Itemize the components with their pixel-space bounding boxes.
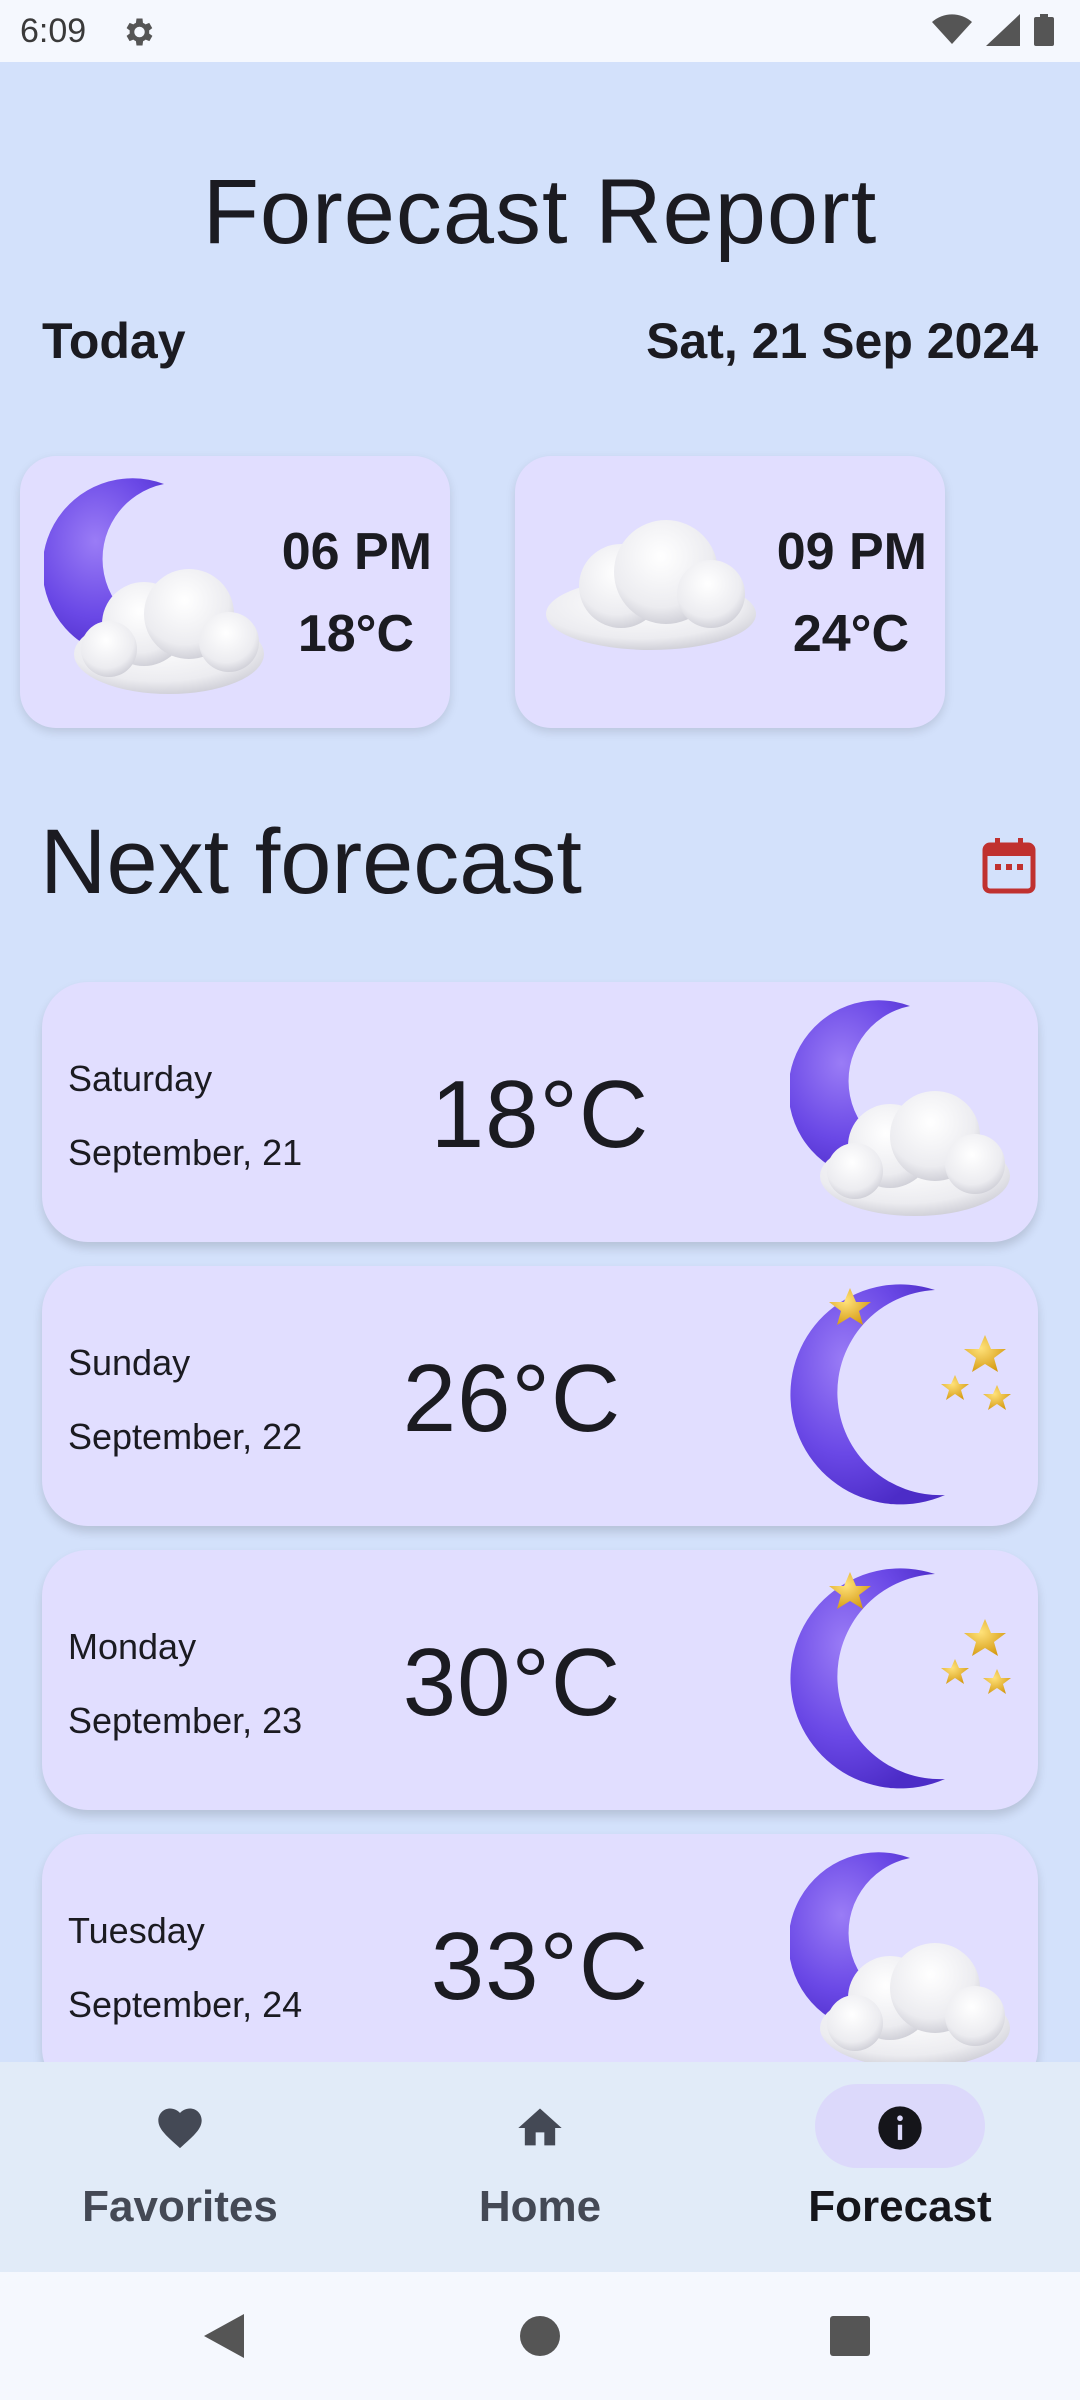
forecast-day-card[interactable]: Monday September, 23 30°C (42, 1550, 1038, 1810)
recents-icon[interactable] (830, 2316, 870, 2356)
nav-label: Favorites (82, 2182, 278, 2231)
back-icon[interactable] (204, 2314, 244, 2358)
nav-forecast[interactable]: Forecast (720, 2062, 1080, 2272)
heart-icon (158, 2108, 202, 2149)
moon-stars-icon (790, 1284, 1011, 1505)
forecast-list[interactable]: Saturday September, 21 18°C Sunday Septe… (0, 0, 1080, 2062)
bottom-navigation: Favorites Home Forecast (0, 2062, 1080, 2272)
moon-stars-icon (790, 1568, 1011, 1789)
nav-favorites[interactable]: Favorites (0, 2062, 360, 2272)
nav-label: Home (478, 2182, 602, 2231)
forecast-day-card[interactable]: Saturday September, 21 18°C (42, 982, 1038, 1242)
system-navigation-bar (0, 2272, 1080, 2400)
info-icon (878, 2106, 922, 2150)
home-icon (518, 2108, 562, 2146)
nav-label: Forecast (808, 2182, 992, 2231)
moon-cloud-icon (790, 1000, 1010, 1216)
nav-home[interactable]: Home (360, 2062, 720, 2272)
moon-cloud-icon (790, 1852, 1010, 2062)
home-circle-icon[interactable] (520, 2316, 560, 2356)
forecast-day-card[interactable]: Tuesday September, 24 33°C (42, 1834, 1038, 2062)
forecast-day-card[interactable]: Sunday September, 22 26°C (42, 1266, 1038, 1526)
